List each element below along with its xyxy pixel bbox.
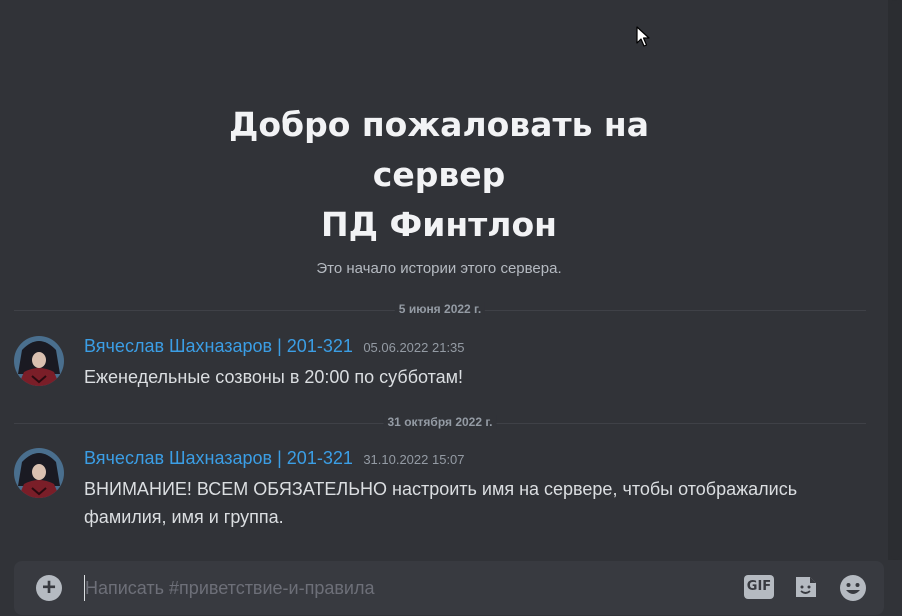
message-text: ВНИМАНИЕ! ВСЕМ ОБЯЗАТЕЛЬНО настроить имя… <box>84 479 798 527</box>
welcome-title: Добро пожаловать на сервер ПД Финтлон <box>228 105 649 244</box>
message-author[interactable]: Вячеслав Шахназаров | 201-321 <box>84 448 353 468</box>
avatar-image <box>14 336 64 386</box>
date-divider-label: 31 октября 2022 г. <box>383 415 497 429</box>
chat-view: Добро пожаловать на сервер ПД Финтлон Эт… <box>0 0 902 616</box>
scrollbar-track[interactable] <box>888 0 902 560</box>
welcome-subtitle: Это начало истории этого сервера. <box>316 260 562 277</box>
message-text: Еженедельные созвоны в 20:00 по субботам… <box>84 367 464 387</box>
gif-button[interactable]: GIF <box>744 575 774 599</box>
avatar-image <box>14 448 64 498</box>
welcome-section: Добро пожаловать на сервер ПД Финтлон Эт… <box>0 100 878 277</box>
message-composer: + GIF <box>14 561 884 615</box>
avatar[interactable] <box>14 448 64 498</box>
message-timestamp: 05.06.2022 21:35 <box>363 340 465 355</box>
date-divider: 5 июня 2022 г. <box>14 302 866 316</box>
plus-circle-icon[interactable]: + <box>36 575 62 601</box>
date-divider-label: 5 июня 2022 г. <box>394 302 486 316</box>
message-input[interactable] <box>84 575 725 601</box>
message-author[interactable]: Вячеслав Шахназаров | 201-321 <box>84 336 353 356</box>
sticker-icon[interactable] <box>792 573 820 601</box>
message-timestamp: 31.10.2022 15:07 <box>363 452 465 467</box>
message-header: Вячеслав Шахназаров | 201-321 31.10.2022… <box>84 448 465 469</box>
scrollbar-thumb[interactable] <box>891 0 899 560</box>
message-header: Вячеслав Шахназаров | 201-321 05.06.2022… <box>84 336 465 357</box>
mouse-cursor-icon <box>636 26 650 47</box>
date-divider: 31 октября 2022 г. <box>14 415 866 429</box>
emoji-smile-icon[interactable] <box>838 573 868 603</box>
avatar[interactable] <box>14 336 64 386</box>
